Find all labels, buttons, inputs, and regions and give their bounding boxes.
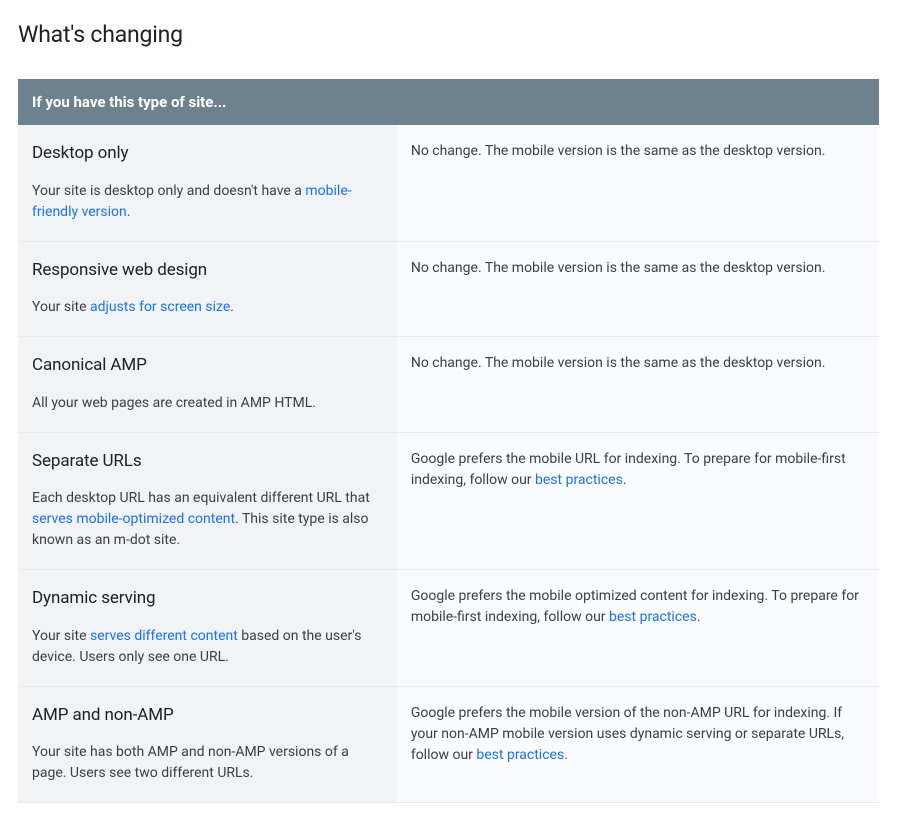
desc-text: Your site <box>32 628 90 644</box>
change-link[interactable]: best practices <box>535 472 623 488</box>
change-text: No change. The mobile version is the sam… <box>411 143 826 159</box>
desc-text: . <box>127 204 131 220</box>
desc-text: Your site <box>32 299 90 315</box>
site-type-title: Canonical AMP <box>32 353 383 379</box>
site-type-description: All your web pages are created in AMP HT… <box>32 393 383 414</box>
change-cell: Google prefers the mobile URL for indexi… <box>397 432 879 570</box>
change-link[interactable]: best practices <box>476 747 564 763</box>
desc-text: Your site is desktop only and doesn't ha… <box>32 183 305 199</box>
site-type-description: Your site adjusts for screen size. <box>32 297 383 318</box>
table-row: Responsive web design Your site adjusts f… <box>18 241 879 337</box>
site-type-description: Each desktop URL has an equivalent diffe… <box>32 488 383 551</box>
change-link[interactable]: best practices <box>609 609 697 625</box>
site-type-cell: AMP and non-AMP Your site has both AMP an… <box>18 686 397 803</box>
site-type-title: Separate URLs <box>32 449 383 475</box>
change-text: No change. The mobile version is the sam… <box>411 260 826 276</box>
site-type-description: Your site serves different content based… <box>32 626 383 668</box>
desc-text: Each desktop URL has an equivalent diffe… <box>32 490 370 506</box>
desc-link[interactable]: adjusts for screen size <box>90 299 230 315</box>
table-row: Canonical AMP All your web pages are crea… <box>18 337 879 433</box>
change-text: . <box>623 472 627 488</box>
site-type-description: Your site has both AMP and non-AMP versi… <box>32 742 383 784</box>
change-text: No change. The mobile version is the sam… <box>411 355 826 371</box>
change-cell: Google prefers the mobile version of the… <box>397 686 879 803</box>
change-text: . <box>697 609 701 625</box>
site-type-description: Your site is desktop only and doesn't ha… <box>32 181 383 223</box>
desc-link[interactable]: serves different content <box>90 628 238 644</box>
table-header: If you have this type of site... <box>18 79 879 126</box>
site-type-title: Desktop only <box>32 141 383 167</box>
change-cell: No change. The mobile version is the sam… <box>397 337 879 433</box>
table-row: AMP and non-AMP Your site has both AMP an… <box>18 686 879 803</box>
site-type-cell: Desktop only Your site is desktop only an… <box>18 125 397 241</box>
site-type-title: Responsive web design <box>32 258 383 284</box>
change-cell: No change. The mobile version is the sam… <box>397 125 879 241</box>
site-type-cell: Separate URLs Each desktop URL has an equ… <box>18 432 397 570</box>
desc-text: All your web pages are created in AMP HT… <box>32 395 316 411</box>
site-type-cell: Canonical AMP All your web pages are crea… <box>18 337 397 433</box>
change-text: Google prefers the mobile URL for indexi… <box>411 451 846 488</box>
changes-table: If you have this type of site... Desktop… <box>18 79 879 804</box>
site-type-cell: Dynamic serving Your site serves differen… <box>18 570 397 687</box>
site-type-cell: Responsive web design Your site adjusts f… <box>18 241 397 337</box>
desc-text: . <box>230 299 234 315</box>
desc-text: Your site has both AMP and non-AMP versi… <box>32 744 349 781</box>
table-row: Dynamic serving Your site serves differen… <box>18 570 879 687</box>
site-type-title: AMP and non-AMP <box>32 703 383 729</box>
site-type-title: Dynamic serving <box>32 586 383 612</box>
page-title: What's changing <box>18 18 879 53</box>
desc-link[interactable]: serves mobile-optimized content <box>32 511 235 527</box>
table-row: Desktop only Your site is desktop only an… <box>18 125 879 241</box>
table-row: Separate URLs Each desktop URL has an equ… <box>18 432 879 570</box>
change-cell: Google prefers the mobile optimized cont… <box>397 570 879 687</box>
change-text: . <box>564 747 568 763</box>
change-cell: No change. The mobile version is the sam… <box>397 241 879 337</box>
